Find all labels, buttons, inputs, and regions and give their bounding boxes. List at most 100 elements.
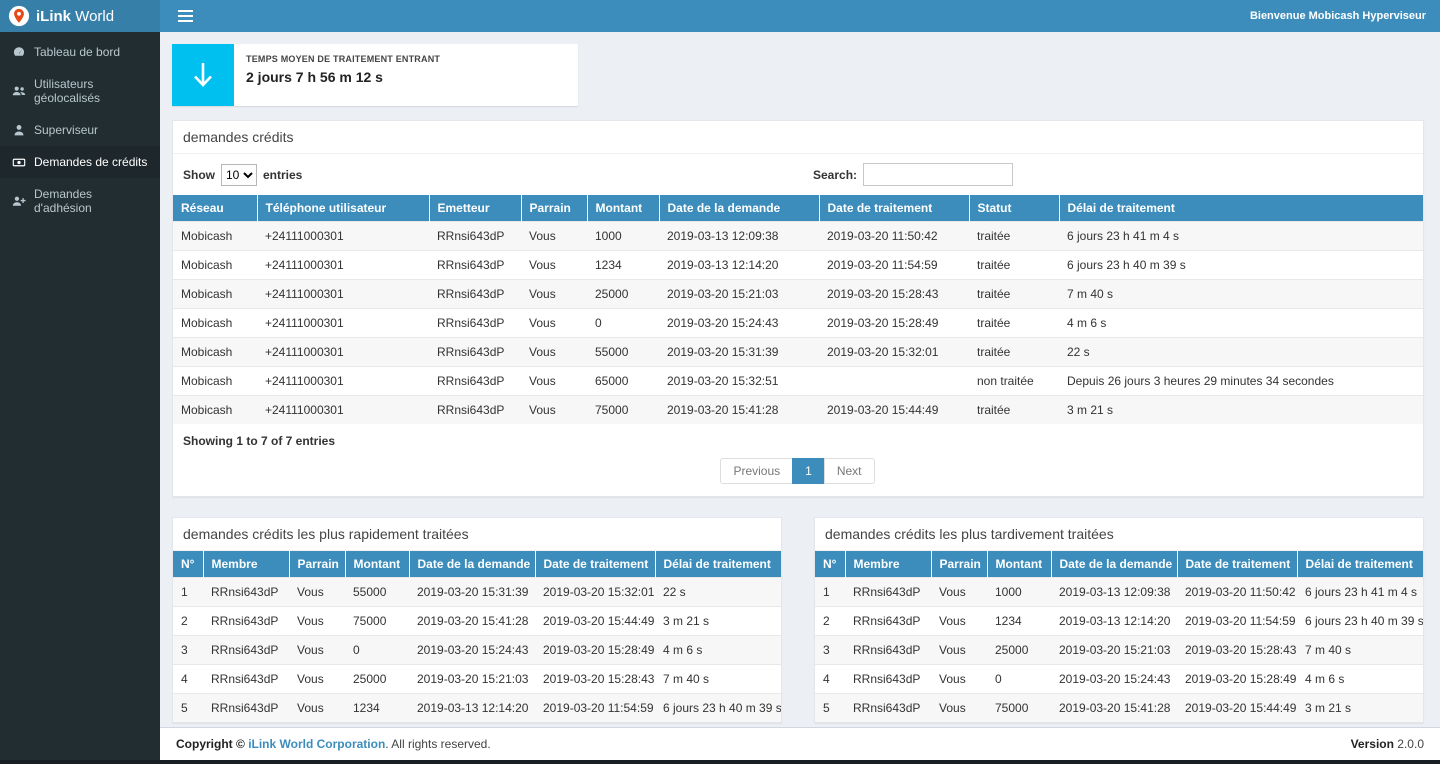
- column-header: Parrain: [931, 551, 987, 578]
- show-label: Show: [183, 168, 215, 182]
- table-cell: 2019-03-20 15:28:43: [1177, 636, 1297, 665]
- table-cell: Mobicash: [173, 280, 257, 309]
- table-cell: 2019-03-13 12:14:20: [1051, 607, 1177, 636]
- table-cell: 2019-03-20 15:44:49: [819, 396, 969, 425]
- table-cell: 0: [345, 636, 409, 665]
- column-header[interactable]: Statut: [969, 195, 1059, 222]
- column-header[interactable]: Parrain: [521, 195, 587, 222]
- table-cell: 2019-03-20 15:41:28: [659, 396, 819, 425]
- column-header[interactable]: Téléphone utilisateur: [257, 195, 429, 222]
- credits-table: RéseauTéléphone utilisateurEmetteurParra…: [173, 195, 1423, 424]
- table-cell: 2019-03-13 12:09:38: [659, 222, 819, 251]
- table-row: Mobicash+24111000301RRnsi643dPVous550002…: [173, 338, 1423, 367]
- table-cell: Vous: [931, 694, 987, 723]
- table-cell: non traitée: [969, 367, 1059, 396]
- column-header: Date de traitement: [1177, 551, 1297, 578]
- panel-title: demandes crédits les plus tardivement tr…: [815, 518, 1423, 551]
- table-cell: traitée: [969, 280, 1059, 309]
- welcome-user-menu[interactable]: Bienvenue Mobicash Hyperviseur: [1250, 10, 1426, 22]
- brand-text: iLink World: [36, 8, 114, 25]
- table-cell: 2019-03-20 15:44:49: [535, 607, 655, 636]
- table-cell: 25000: [345, 665, 409, 694]
- table-row: Mobicash+24111000301RRnsi643dPVous02019-…: [173, 309, 1423, 338]
- table-cell: Vous: [289, 694, 345, 723]
- table-cell: 3 m 21 s: [1297, 694, 1423, 723]
- app-logo[interactable]: iLink World: [0, 0, 160, 32]
- column-header[interactable]: Réseau: [173, 195, 257, 222]
- table-cell: 2019-03-20 15:32:01: [535, 578, 655, 607]
- table-row: Mobicash+24111000301RRnsi643dPVous250002…: [173, 280, 1423, 309]
- table-cell: Mobicash: [173, 367, 257, 396]
- table-cell: Vous: [289, 578, 345, 607]
- table-row: 2RRnsi643dPVous750002019-03-20 15:41:282…: [173, 607, 781, 636]
- sidebar-item-tableau-de-bord[interactable]: Tableau de bord: [0, 36, 160, 68]
- table-cell: Mobicash: [173, 251, 257, 280]
- table-cell: 2019-03-20 15:44:49: [1177, 694, 1297, 723]
- table-cell: Depuis 26 jours 3 heures 29 minutes 34 s…: [1059, 367, 1423, 396]
- table-cell: Vous: [289, 607, 345, 636]
- table-cell: RRnsi643dP: [845, 665, 931, 694]
- table-cell: Vous: [521, 251, 587, 280]
- search-label: Search:: [813, 168, 857, 182]
- table-row: 3RRnsi643dPVous250002019-03-20 15:21:032…: [815, 636, 1423, 665]
- company-link[interactable]: iLink World Corporation: [248, 737, 385, 751]
- table-cell: Vous: [521, 338, 587, 367]
- panel-title: demandes crédits les plus rapidement tra…: [173, 518, 781, 551]
- table-cell: Vous: [289, 665, 345, 694]
- slowest-credits-panel: demandes crédits les plus tardivement tr…: [814, 517, 1424, 723]
- sidebar-item-label: Superviseur: [34, 123, 98, 137]
- column-header[interactable]: Date de traitement: [819, 195, 969, 222]
- table-cell: 25000: [587, 280, 659, 309]
- table-cell: Vous: [521, 396, 587, 425]
- previous-page-button[interactable]: Previous: [720, 458, 793, 484]
- money-icon: [12, 156, 26, 169]
- table-cell: Vous: [521, 367, 587, 396]
- table-cell: 2019-03-20 15:24:43: [409, 636, 535, 665]
- column-header: Membre: [203, 551, 289, 578]
- table-cell: 22 s: [655, 578, 781, 607]
- table-cell: 2019-03-20 15:32:01: [819, 338, 969, 367]
- column-header[interactable]: Emetteur: [429, 195, 521, 222]
- column-header: Date de traitement: [535, 551, 655, 578]
- sidebar-item-superviseur[interactable]: Superviseur: [0, 114, 160, 146]
- table-row: 5RRnsi643dPVous750002019-03-20 15:41:282…: [815, 694, 1423, 723]
- table-cell: 4 m 6 s: [1297, 665, 1423, 694]
- search-input[interactable]: [863, 163, 1013, 186]
- table-cell: 2019-03-13 12:09:38: [1051, 578, 1177, 607]
- page-1-button[interactable]: 1: [792, 458, 825, 484]
- app-window: iLink World Bienvenue Mobicash Hypervise…: [0, 0, 1440, 760]
- sidebar-item-demandes-adhesion[interactable]: Demandes d'adhésion: [0, 178, 160, 224]
- column-header: Délai de traitement: [655, 551, 781, 578]
- table-cell: +24111000301: [257, 222, 429, 251]
- table-cell: 1000: [587, 222, 659, 251]
- table-cell: 1234: [345, 694, 409, 723]
- sidebar-item-label: Utilisateurs géolocalisés: [34, 77, 148, 105]
- table-cell: Vous: [521, 222, 587, 251]
- page-length-select[interactable]: 10: [221, 164, 257, 186]
- table-cell: RRnsi643dP: [203, 578, 289, 607]
- table-cell: RRnsi643dP: [429, 338, 521, 367]
- table-cell: 3 m 21 s: [655, 607, 781, 636]
- table-cell: 1000: [987, 578, 1051, 607]
- column-header[interactable]: Montant: [587, 195, 659, 222]
- widget-value: 2 jours 7 h 56 m 12 s: [246, 69, 440, 85]
- table-cell: 2019-03-20 11:50:42: [819, 222, 969, 251]
- table-cell: 2019-03-20 15:24:43: [659, 309, 819, 338]
- table-row: Mobicash+24111000301RRnsi643dPVous123420…: [173, 251, 1423, 280]
- next-page-button[interactable]: Next: [824, 458, 875, 484]
- column-header: Montant: [987, 551, 1051, 578]
- column-header[interactable]: Date de la demande: [659, 195, 819, 222]
- table-cell: 2019-03-20 15:24:43: [1051, 665, 1177, 694]
- fastest-credits-table: N°MembreParrainMontantDate de la demande…: [173, 551, 781, 722]
- sidebar-item-demandes-de-credits[interactable]: Demandes de crédits: [0, 146, 160, 178]
- column-header[interactable]: Délai de traitement: [1059, 195, 1423, 222]
- table-cell: Mobicash: [173, 338, 257, 367]
- table-cell: RRnsi643dP: [429, 396, 521, 425]
- table-cell: RRnsi643dP: [429, 251, 521, 280]
- sidebar-toggle-button[interactable]: [174, 6, 197, 26]
- credits-panel: demandes crédits Show 10 entries Search:: [172, 120, 1424, 497]
- sidebar-item-utilisateurs-geolocalises[interactable]: Utilisateurs géolocalisés: [0, 68, 160, 114]
- table-cell: RRnsi643dP: [845, 578, 931, 607]
- column-header: Montant: [345, 551, 409, 578]
- dashboard-icon: [12, 45, 26, 59]
